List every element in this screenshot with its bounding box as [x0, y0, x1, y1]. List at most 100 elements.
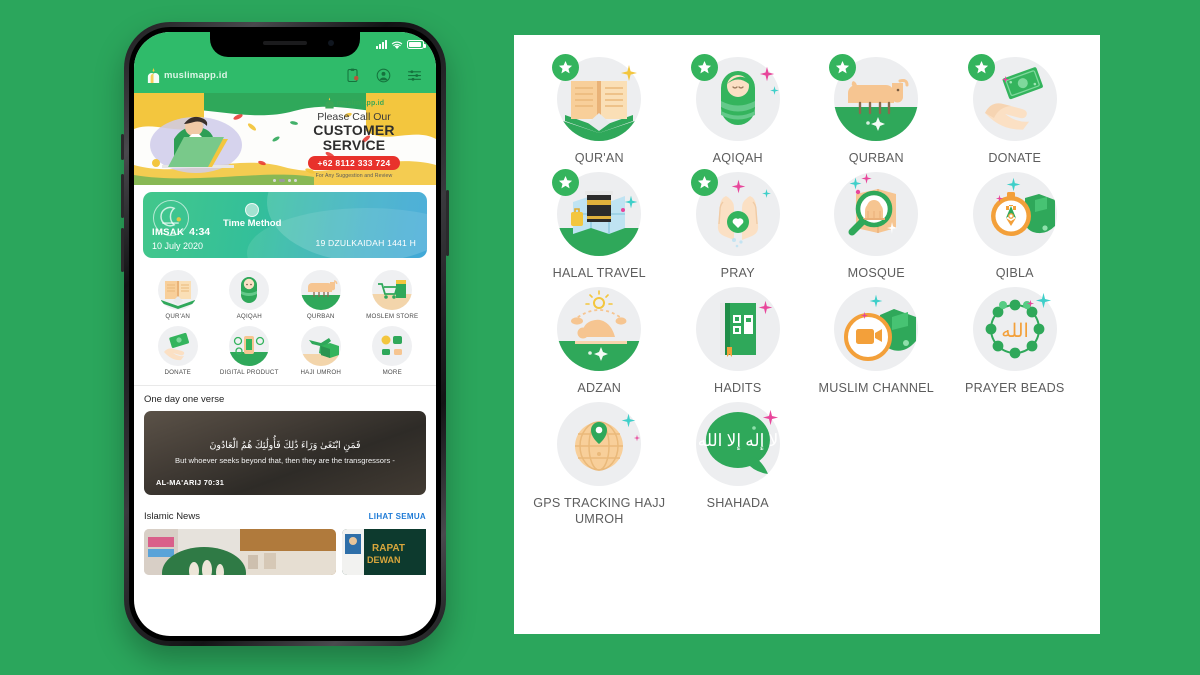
menu-item-donate[interactable]: DONATE [142, 325, 214, 377]
sparkle-icon [1035, 293, 1051, 309]
phone-notch [210, 32, 360, 57]
gregorian-date: 10 July 2020 [152, 241, 204, 251]
feature-label: HADITS [714, 381, 762, 396]
sujud-prayer-icon [557, 290, 642, 372]
feature-grid: QUR'AN AQIQAH QURBAN DONATE HALAL TRAVEL… [514, 35, 1100, 538]
verse-reference: AL-MA'ARIJ 70:31 [156, 478, 225, 488]
app-header: muslimapp.id [134, 57, 436, 93]
user-profile-icon[interactable] [376, 68, 391, 83]
menu-label: DONATE [164, 368, 192, 376]
feature-item-gps-tracking[interactable]: GPS TRACKING HAJJ UMROH [530, 402, 669, 527]
qurban-icon-wrap [829, 54, 919, 141]
star-badge-icon [690, 54, 718, 81]
digital-product-icon [229, 325, 270, 366]
feature-item-aqiqah[interactable]: AQIQAH [669, 54, 808, 166]
signal-bars-icon [376, 40, 387, 49]
menu-item-haji-umroh[interactable]: HAJI UMROH [285, 325, 357, 377]
feature-item-shahada[interactable]: لا إله إلا الله SHAHADA [669, 402, 808, 527]
feature-item-adzan[interactable]: ADZAN [530, 287, 669, 396]
news-card-primary[interactable] [144, 529, 336, 576]
verse-arabic: فَمَنِ ابْتَغَىٰ وَرَاءَ ذَٰلِكَ فَأُولَ… [209, 440, 361, 452]
verse-card[interactable]: فَمَنِ ابْتَغَىٰ وَرَاءَ ذَٰلِكَ فَأُولَ… [144, 411, 426, 496]
banner-brand-label: muslimapp.id [336, 99, 385, 107]
menu-item-aqiqah[interactable]: AQIQAH [214, 270, 286, 321]
news-section: Islamic News LIHAT SEMUA RAPAT DEWAN [134, 504, 436, 576]
feature-item-pray[interactable]: PRAY [669, 169, 808, 281]
cow-icon [300, 270, 341, 310]
mosque-magnifier-icon [848, 189, 898, 236]
feature-item-prayer-beads[interactable]: الله PRAYER BEADS [946, 287, 1085, 396]
banner-brand: muslimapp.id [278, 97, 430, 109]
menu-label: MOSLEM STORE [366, 313, 419, 320]
sparkle-icon [621, 65, 638, 81]
feature-item-donate[interactable]: DONATE [946, 54, 1085, 166]
quran-icon-wrap [552, 54, 642, 141]
feature-label: MOSQUE [847, 266, 905, 281]
feature-item-quran[interactable]: QUR'AN [530, 54, 669, 166]
menu-item-moslem-store[interactable]: MOSLEM STORE [357, 270, 429, 321]
feature-item-qurban[interactable]: QURBAN [807, 54, 946, 166]
menu-item-qurban[interactable]: QURBAN [285, 270, 357, 321]
banner-carousel-dots[interactable] [273, 179, 297, 182]
feature-item-hadits[interactable]: HADITS [669, 287, 808, 396]
verse-section-title: One day one verse [144, 394, 225, 406]
adzan-icon-wrap [557, 287, 642, 372]
app-brand-label: muslimapp.id [164, 69, 228, 81]
sparkle-icon [1006, 177, 1021, 192]
prayer-time-widget[interactable]: Time Method IMSAK 4:34 10 July 2020 19 D… [143, 192, 427, 258]
feature-item-mosque[interactable]: MOSQUE [807, 172, 946, 281]
feature-label: AQIQAH [712, 151, 763, 165]
feature-item-halal-travel[interactable]: HALAL TRAVEL [530, 169, 669, 281]
hijri-date: 19 DZULKAIDAH 1441 H [315, 238, 416, 248]
svg-text:RAPAT: RAPAT [372, 543, 405, 554]
feature-label: SHAHADA [706, 496, 769, 511]
menu-item-more[interactable]: MORE [357, 325, 429, 377]
menu-item-quran[interactable]: QUR'AN [142, 270, 214, 321]
banner-phone-number[interactable]: +62 8112 333 724 [308, 156, 400, 171]
feature-label: QUR'AN [574, 151, 624, 165]
sparkle-icon [759, 66, 774, 82]
app-brand: muslimapp.id [146, 67, 228, 84]
notification-clipboard-icon[interactable] [345, 68, 360, 83]
shopping-cart-icon [372, 270, 413, 310]
feature-label: ADZAN [577, 381, 622, 396]
sparkle-icon [621, 414, 636, 428]
sparkle-icon [731, 179, 746, 194]
sparkle-icon [995, 195, 1003, 203]
news-see-all-link[interactable]: LIHAT SEMUA [369, 512, 426, 521]
sparkle-icon [861, 173, 872, 184]
phone-screen: muslimapp.id muslimapp.id Please Call Ou… [134, 32, 436, 636]
star-badge-icon [967, 54, 995, 81]
feature-label: QIBLA [995, 266, 1034, 281]
feature-label: DONATE [988, 151, 1042, 165]
svg-text:الله: الله [1001, 321, 1029, 342]
svg-text:لا إله إلا الله: لا إله إلا الله [697, 431, 778, 450]
feature-item-qibla[interactable]: QIBLA [946, 172, 1085, 281]
muslim-channel-icon-wrap [834, 287, 919, 372]
banner-line-3: SERVICE [322, 137, 386, 154]
feature-label: PRAYER BEADS [965, 381, 1065, 396]
open-quran-book-icon [157, 270, 198, 310]
banner-line-2: CUSTOMER [313, 122, 395, 139]
feature-item-muslim-channel[interactable]: MUSLIM CHANNEL [807, 287, 946, 396]
menu-label: QUR'AN [165, 313, 191, 320]
feature-label: GPS TRACKING HAJJ UMROH [533, 496, 666, 527]
news-card-secondary[interactable]: RAPAT DEWAN [342, 529, 426, 576]
sun-circle-icon [245, 203, 260, 217]
earpiece-speaker [263, 41, 307, 45]
feature-panel: QUR'AN AQIQAH QURBAN DONATE HALAL TRAVEL… [514, 35, 1100, 634]
aqiqah-icon-wrap [690, 54, 780, 141]
prayer-time: 4:34 [189, 226, 211, 238]
sparkle-icon [634, 435, 641, 442]
news-card-list[interactable]: RAPAT DEWAN [144, 529, 426, 576]
time-method-control[interactable]: Time Method [223, 203, 281, 229]
verse-section: One day one verse فَمَنِ ابْتَغَىٰ وَرَا… [134, 386, 436, 505]
pray-icon-wrap [690, 169, 780, 257]
prayer-name: IMSAK [152, 227, 185, 238]
mosque-dome-logo-icon [325, 97, 334, 109]
settings-sliders-icon[interactable] [407, 68, 422, 83]
phone-power-button [446, 190, 449, 256]
menu-item-digital-product[interactable]: DIGITAL PRODUCT [214, 325, 286, 377]
promo-banner[interactable]: muslimapp.id Please Call Our CUSTOMER SE… [134, 93, 436, 185]
more-grid-icon [372, 325, 413, 366]
